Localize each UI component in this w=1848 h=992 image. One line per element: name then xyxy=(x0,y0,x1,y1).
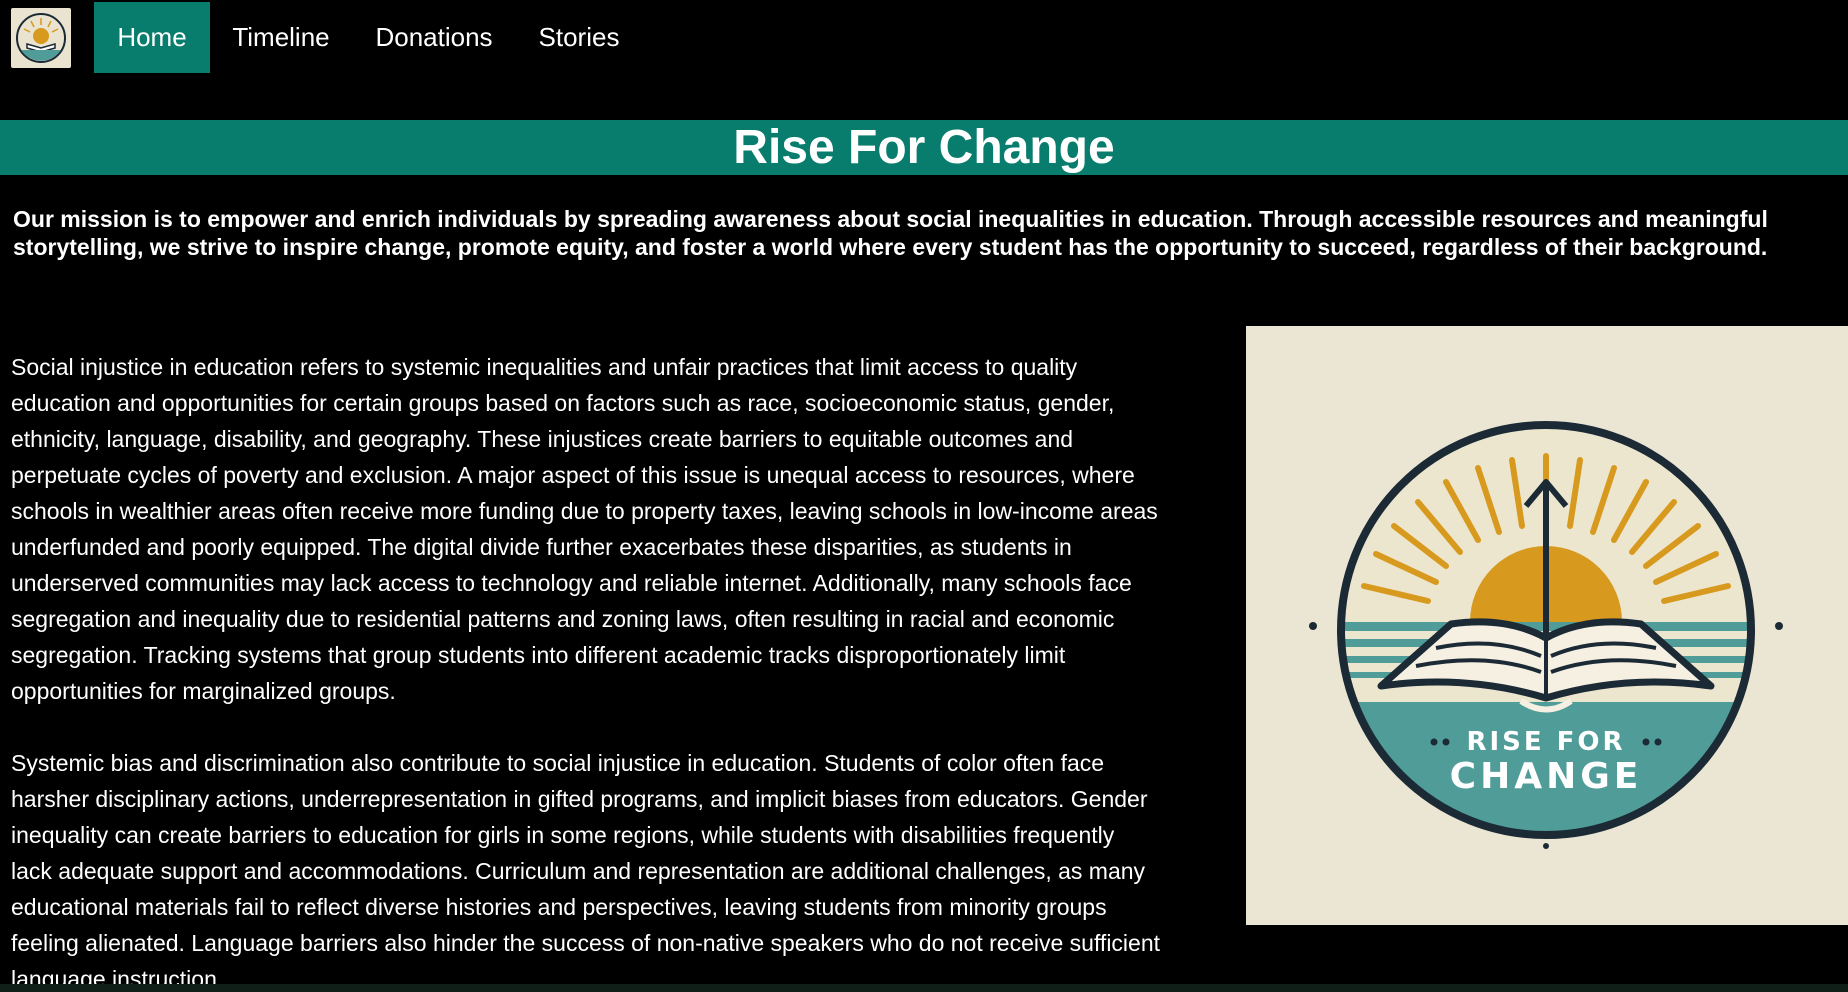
nav-home[interactable]: Home xyxy=(94,2,210,73)
logo-text-rise-for: RISE FOR xyxy=(1466,727,1625,757)
text-line: underserved communities may lack access … xyxy=(11,570,1132,596)
text-line: lack adequate support and accommodations… xyxy=(11,858,1146,884)
text-line: Social injustice in education refers to … xyxy=(11,354,1078,380)
text-line: educational materials fail to reflect di… xyxy=(11,894,1107,920)
nav-timeline[interactable]: Timeline xyxy=(214,2,348,73)
mission-statement: Our mission is to empower and enrich ind… xyxy=(13,205,1848,261)
text-line: segregation. Tracking systems that group… xyxy=(11,642,1066,668)
logo-text-change: CHANGE xyxy=(1450,756,1643,797)
text-line: inequality can create barriers to educat… xyxy=(11,822,1115,848)
text-line: underfunded and poorly equipped. The dig… xyxy=(11,534,1072,560)
text-line: Systemic bias and discrimination also co… xyxy=(11,750,1105,776)
main-content: Social injustice in education refers to … xyxy=(11,349,1226,992)
text-line: harsher disciplinary actions, underrepre… xyxy=(11,786,1148,812)
title-banner: Rise For Change xyxy=(0,120,1848,175)
text-line: education and opportunities for certain … xyxy=(11,390,1115,416)
text-line: opportunities for marginalized groups. xyxy=(11,678,396,704)
site-logo-icon[interactable] xyxy=(11,8,71,68)
rise-for-change-logo-image: RISE FOR CHANGE xyxy=(1246,326,1848,925)
paragraph-systemic-bias: Systemic bias and discrimination also co… xyxy=(11,745,1226,992)
bottom-edge xyxy=(0,984,1848,992)
mission-line: storytelling, we strive to inspire chang… xyxy=(13,234,1768,260)
text-line: segregation and inequality due to reside… xyxy=(11,606,1115,632)
top-navigation: Home Timeline Donations Stories xyxy=(0,0,1848,84)
text-line: ethnicity, language, disability, and geo… xyxy=(11,426,1074,452)
mission-line: Our mission is to empower and enrich ind… xyxy=(13,206,1768,232)
text-line: feeling alienated. Language barriers als… xyxy=(11,930,1161,956)
text-line: perpetuate cycles of poverty and exclusi… xyxy=(11,462,1135,488)
text-line: schools in wealthier areas often receive… xyxy=(11,498,1158,524)
page-title: Rise For Change xyxy=(733,121,1115,174)
nav-donations[interactable]: Donations xyxy=(364,2,504,73)
nav-stories[interactable]: Stories xyxy=(525,2,633,73)
paragraph-social-injustice: Social injustice in education refers to … xyxy=(11,349,1226,709)
